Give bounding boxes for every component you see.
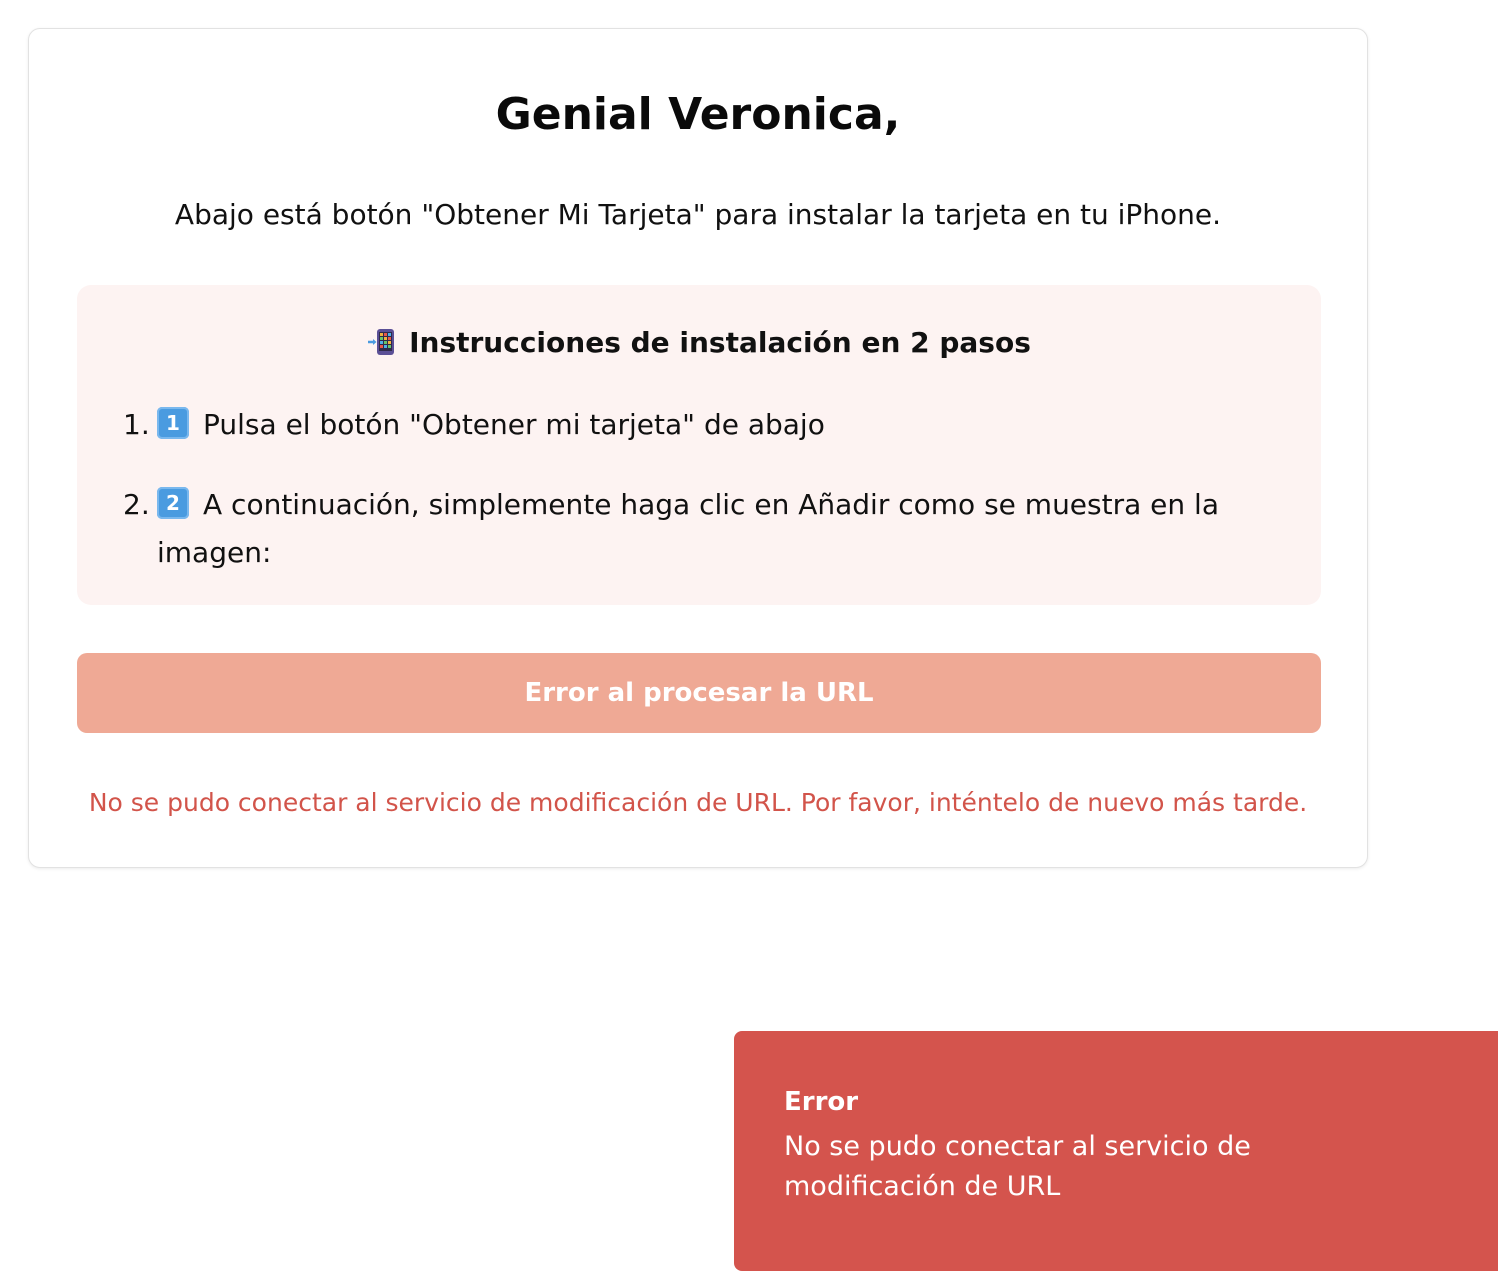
phone-with-arrow-icon (367, 327, 397, 357)
step-number: 2. (123, 488, 150, 521)
step-item-1: 1. 1 Pulsa el botón "Obtener mi tarjeta" … (123, 401, 1283, 449)
step-number: 1. (123, 408, 150, 441)
url-error-message: No se pudo conectar al servicio de modif… (88, 788, 1308, 817)
install-intro-text: Abajo está botón "Obtener Mi Tarjeta" pa… (174, 198, 1222, 231)
page-title: Genial Veronica, (495, 89, 901, 140)
instructions-heading-text: Instrucciones de instalación en 2 pasos (409, 326, 1031, 359)
instructions-heading: Instrucciones de instalación en 2 pasos (77, 325, 1321, 361)
step-item-2: 2. 2A continuación, simplemente haga cli… (123, 481, 1283, 577)
toast-title: Error (784, 1087, 859, 1117)
error-toast[interactable]: Error No se pudo conectar al servicio de… (734, 1031, 1498, 1271)
step-text: A continuación, simplemente haga clic en… (157, 488, 1219, 569)
keycap-2-icon: 2 (157, 487, 189, 519)
instructions-panel: Instrucciones de instalación en 2 pasos … (77, 285, 1321, 605)
get-card-button[interactable]: Error al procesar la URL (77, 653, 1321, 733)
keycap-1-icon: 1 (157, 407, 189, 439)
toast-message: No se pudo conectar al servicio de modif… (784, 1131, 1251, 1202)
install-card: Genial Veronica, Abajo está botón "Obten… (28, 28, 1368, 868)
step-text: Pulsa el botón "Obtener mi tarjeta" de a… (203, 408, 825, 441)
steps-list: 1. 1 Pulsa el botón "Obtener mi tarjeta" … (123, 401, 1283, 609)
